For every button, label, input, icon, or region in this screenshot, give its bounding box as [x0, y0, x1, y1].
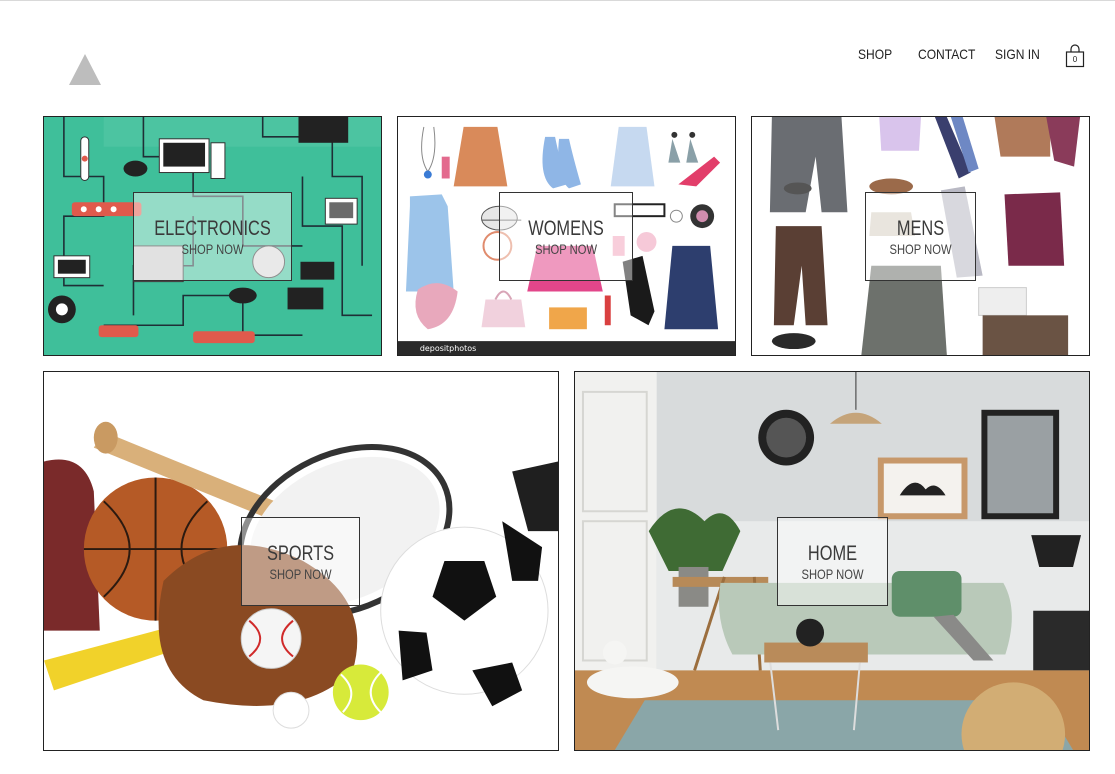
nav-shop-link[interactable]: SHOP: [858, 46, 892, 62]
svg-text:depositphotos: depositphotos: [420, 344, 476, 353]
category-label-home[interactable]: HOME SHOP NOW: [777, 517, 888, 606]
category-title: HOME: [807, 542, 858, 565]
category-label-sports[interactable]: SPORTS SHOP NOW: [241, 517, 360, 606]
category-label-electronics[interactable]: ELECTRONICS SHOP NOW: [133, 192, 292, 281]
category-title: MENS: [896, 217, 945, 240]
logo-triangle-icon[interactable]: [69, 54, 101, 85]
category-label-mens[interactable]: MENS SHOP NOW: [865, 192, 976, 281]
category-tile-sports[interactable]: SPORTS SHOP NOW: [43, 371, 559, 751]
category-title: SPORTS: [266, 542, 335, 565]
category-title: WOMENS: [528, 217, 604, 240]
shop-now-link[interactable]: SHOP NOW: [877, 241, 964, 257]
nav-sign-in-link[interactable]: SIGN IN: [995, 46, 1040, 62]
shop-now-link[interactable]: SHOP NOW: [150, 241, 276, 257]
top-divider: [0, 0, 1115, 1]
shop-now-link[interactable]: SHOP NOW: [254, 566, 348, 582]
shop-now-link[interactable]: SHOP NOW: [513, 241, 619, 257]
category-title: ELECTRONICS: [154, 217, 271, 240]
cart-count: 0: [1072, 55, 1078, 64]
category-tile-electronics[interactable]: ELECTRONICS SHOP NOW: [43, 116, 382, 356]
category-tile-home[interactable]: HOME SHOP NOW: [574, 371, 1090, 751]
category-label-womens[interactable]: WOMENS SHOP NOW: [499, 192, 633, 281]
category-tile-womens[interactable]: depositphotos WOMENS SHOP NOW: [397, 116, 736, 356]
shop-now-link[interactable]: SHOP NOW: [789, 566, 876, 582]
category-tile-mens[interactable]: MENS SHOP NOW: [751, 116, 1090, 356]
nav-contact-link[interactable]: CONTACT: [918, 46, 975, 62]
cart-button[interactable]: 0: [1065, 44, 1085, 68]
